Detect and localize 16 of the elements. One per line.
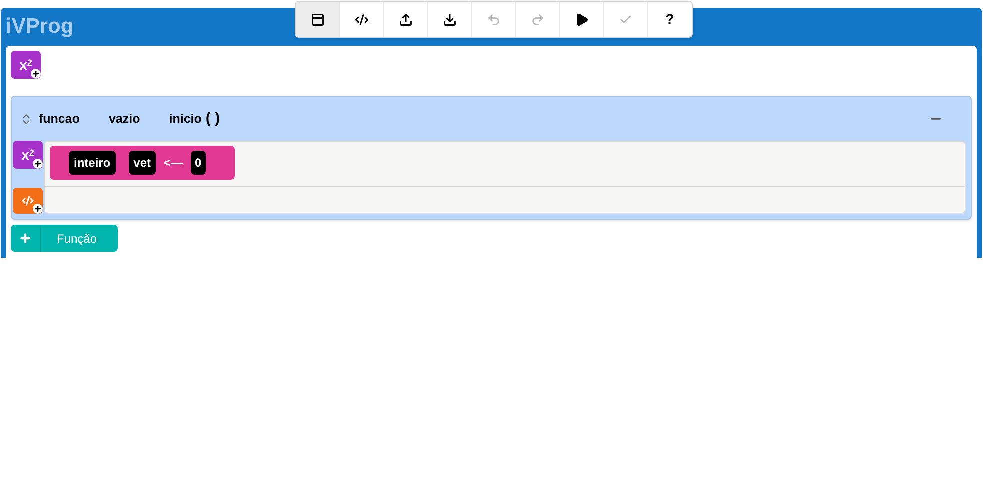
assignment-operator: <— <box>164 155 184 172</box>
add-variable-icon[interactable]: x$^{2}$ <box>11 51 41 79</box>
value-chip[interactable]: 0 <box>191 151 206 175</box>
type-chip[interactable]: inteiro <box>69 151 116 175</box>
function-keyword: funcao <box>39 110 80 128</box>
plus-icon <box>19 232 32 245</box>
help-button[interactable]: ? <box>648 2 692 37</box>
add-command-icon[interactable] <box>13 188 43 214</box>
toolbar-button[interactable] <box>296 2 340 37</box>
app-title: iVProg <box>6 14 74 40</box>
add-variable-icon[interactable]: x$^{2}$ <box>13 141 43 169</box>
variable-declaration[interactable]: inteiro vet <— 0 <box>50 146 235 180</box>
name-chip[interactable]: vet <box>128 151 156 175</box>
function-name[interactable]: inicio <box>169 110 202 128</box>
return-type[interactable]: vazio <box>108 110 140 128</box>
parentheses: ( ) <box>206 108 220 129</box>
